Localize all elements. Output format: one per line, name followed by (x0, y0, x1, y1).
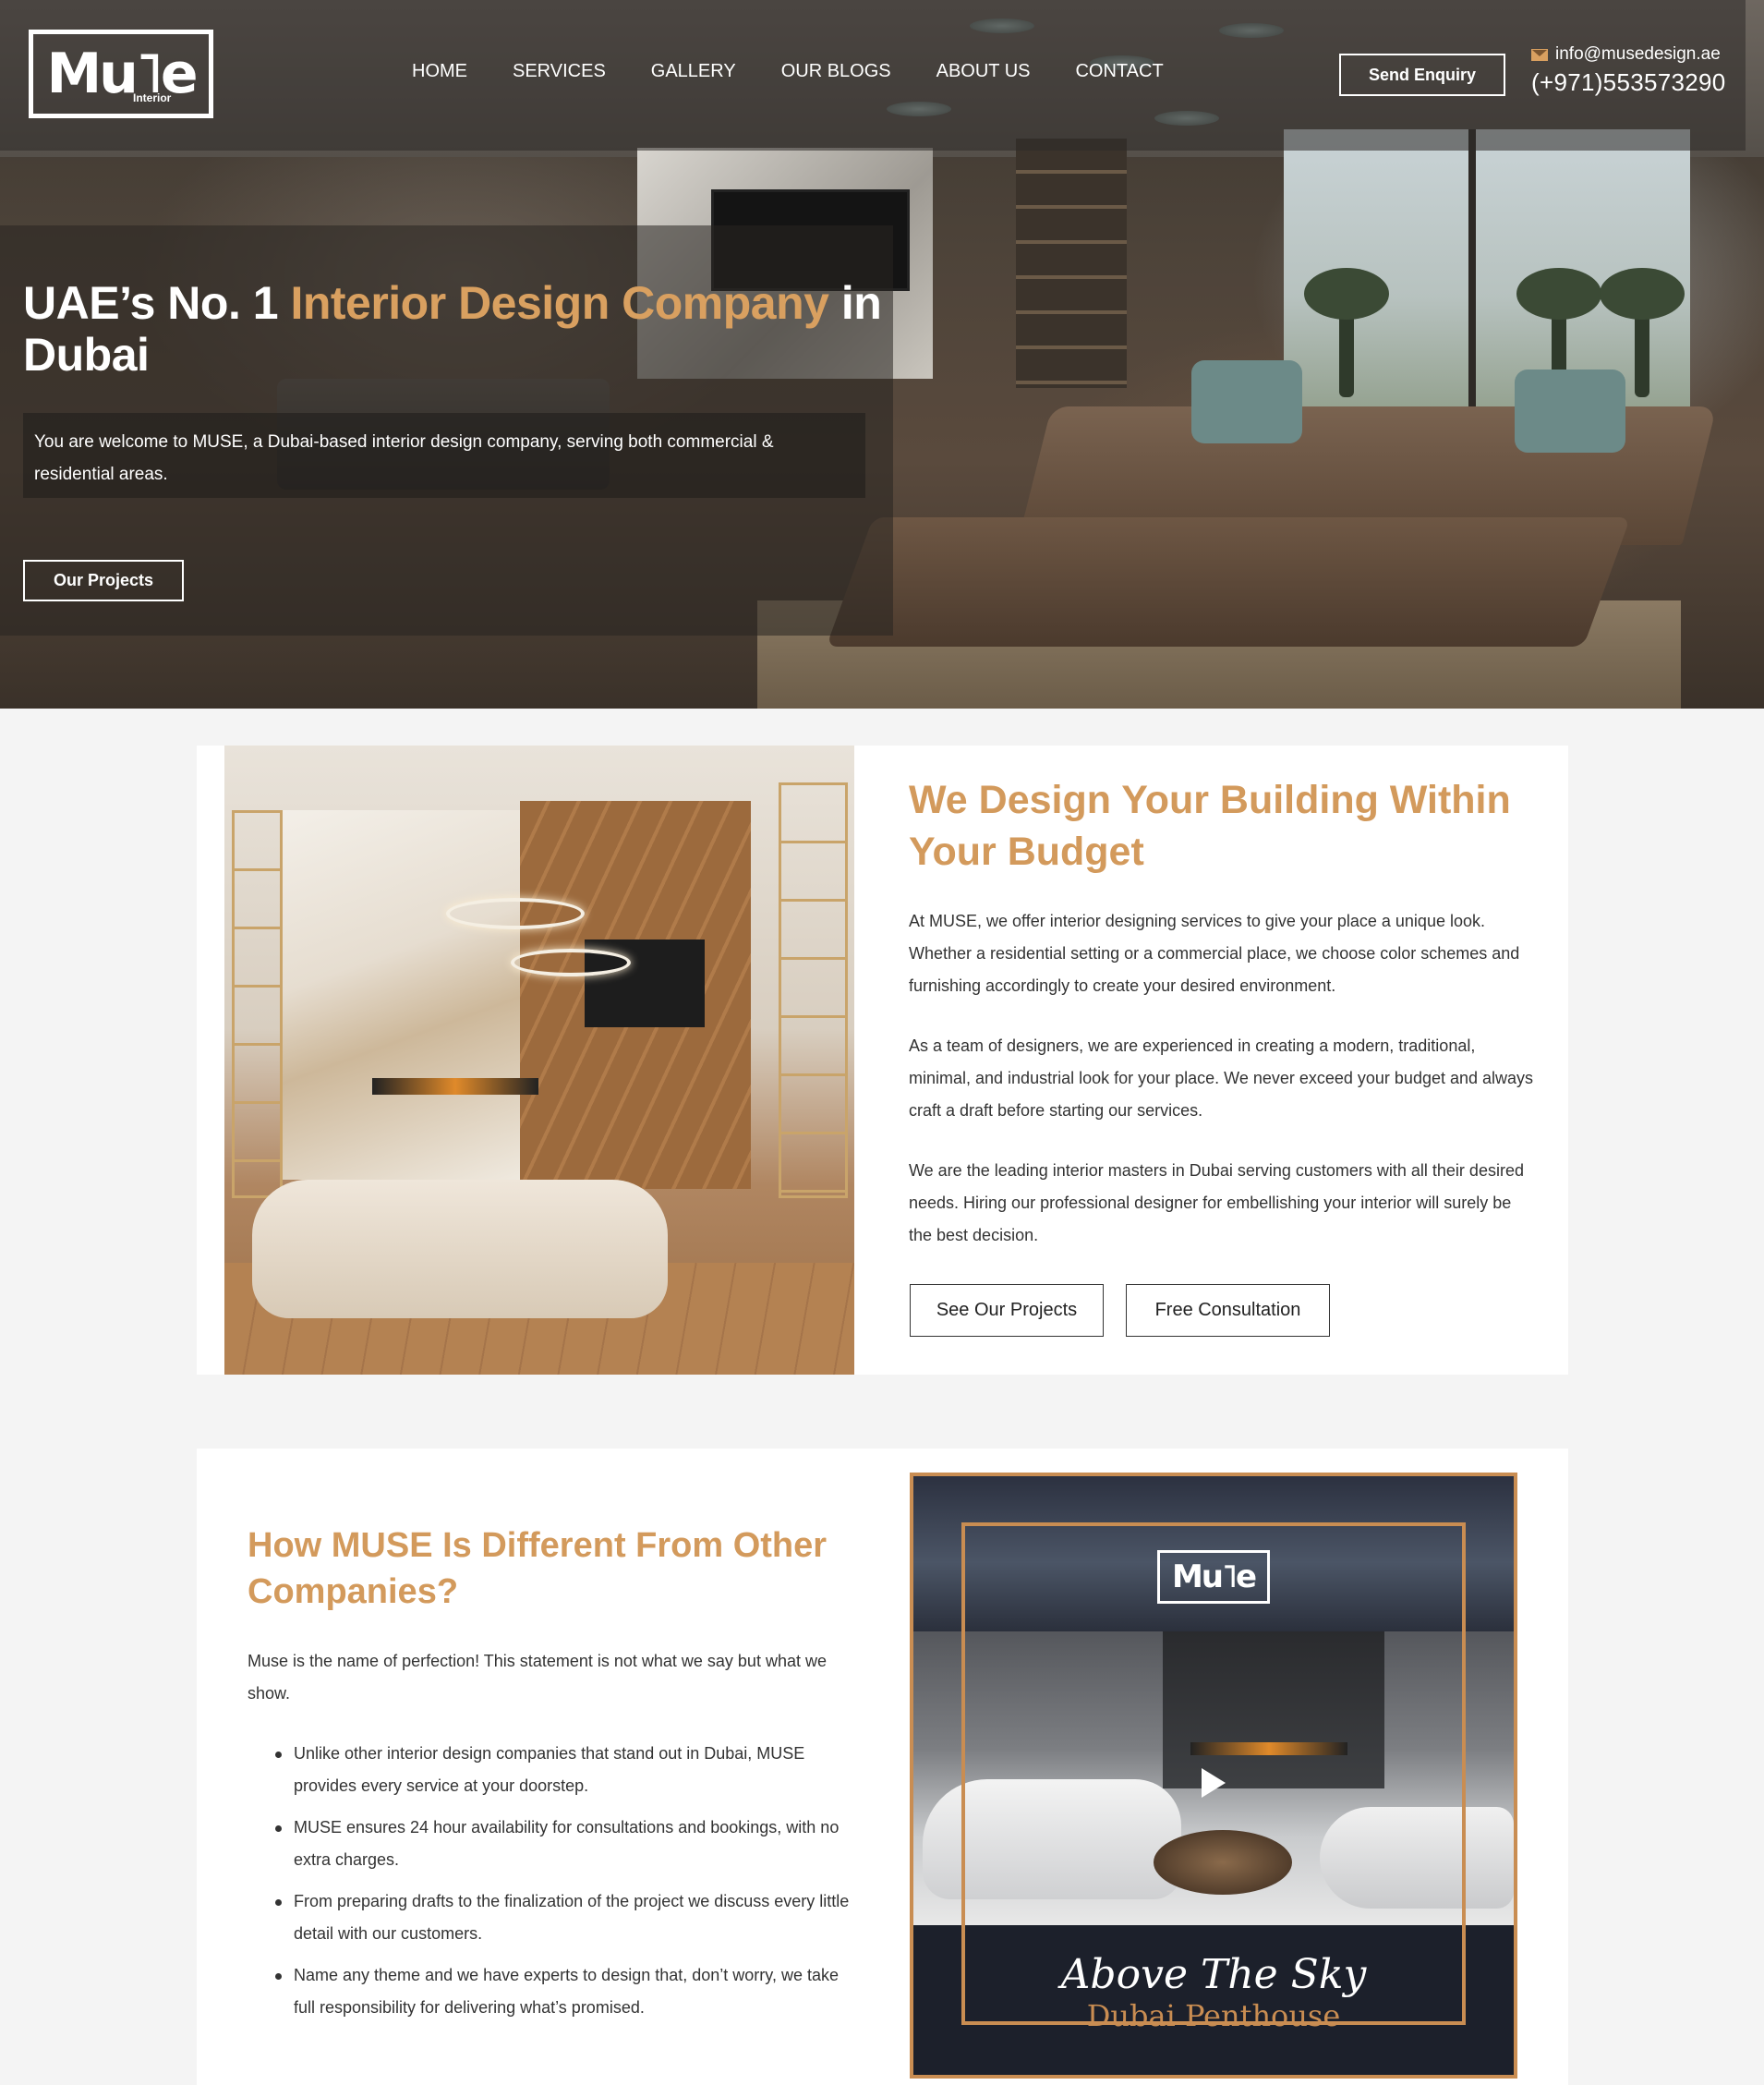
main-nav: HOME SERVICES GALLERY OUR BLOGS ABOUT US… (412, 61, 1209, 82)
ring-chandelier (446, 898, 585, 929)
fireplace (372, 1078, 538, 1095)
play-icon[interactable] (1202, 1768, 1226, 1798)
budget-paragraph-2: As a team of designers, we are experienc… (909, 1036, 1534, 1120)
difference-title: How MUSE Is Different From Other Compani… (248, 1526, 828, 1611)
see-our-projects-button[interactable]: See Our Projects (910, 1284, 1104, 1337)
site-header: Mu˥e Interior HOME SERVICES GALLERY OUR … (0, 0, 1746, 151)
mail-icon (1531, 48, 1548, 61)
header-email[interactable]: info@musedesign.ae (1531, 44, 1726, 65)
site-logo[interactable]: Mu˥e Interior (29, 30, 213, 118)
video-logo: Mu˥e (1157, 1550, 1270, 1604)
bullet-icon (275, 1825, 282, 1832)
bullet-icon (275, 1752, 282, 1758)
marble-wall (280, 810, 520, 1180)
bullet-icon (275, 1973, 282, 1980)
header-phone[interactable]: (+971)553573290 (1531, 68, 1726, 97)
gold-shelf-right (779, 782, 848, 1198)
hero-cushion (1191, 360, 1302, 443)
video-thumbnail[interactable]: Mu˥e Above The Sky Dubai Penthouse (910, 1473, 1517, 2079)
list-item: Name any theme and we have experts to de… (275, 1959, 857, 2024)
email-text: info@musedesign.ae (1555, 44, 1721, 64)
video-title: Above The Sky (1060, 1951, 1367, 1998)
nav-about-us[interactable]: ABOUT US (936, 61, 1031, 82)
living-room-image (224, 746, 854, 1375)
nav-our-blogs[interactable]: OUR BLOGS (781, 61, 891, 82)
hero-shelf (1016, 139, 1127, 388)
bullet-icon (275, 1899, 282, 1906)
budget-paragraph-3: We are the leading interior masters in D… (909, 1161, 1524, 1244)
logo-text: Mu˥e (46, 42, 198, 106)
list-item-text: MUSE ensures 24 hour availability for co… (294, 1818, 840, 1869)
send-enquiry-button[interactable]: Send Enquiry (1339, 54, 1505, 96)
logo-subtext: Interior (133, 91, 172, 104)
our-projects-button[interactable]: Our Projects (23, 560, 184, 601)
ring-chandelier (511, 949, 631, 976)
video-subtitle: Dubai Penthouse (1086, 1998, 1341, 2033)
difference-intro: Muse is the name of perfection! This sta… (248, 1652, 827, 1703)
hero-title-part1: UAE’s No. 1 (23, 277, 291, 329)
hero-title: UAE’s No. 1 Interior Design Company in D… (23, 277, 891, 381)
header-contact: info@musedesign.ae (+971)553573290 (1531, 44, 1726, 97)
list-item: Unlike other interior design companies t… (275, 1738, 857, 1802)
budget-paragraph-1: At MUSE, we offer interior designing ser… (909, 912, 1520, 995)
list-item-text: Unlike other interior design companies t… (294, 1744, 805, 1795)
hero-title-accent: Interior Design Company (290, 277, 829, 329)
curved-sofa (252, 1180, 668, 1318)
difference-list: Unlike other interior design companies t… (275, 1738, 857, 2033)
hero-sofa-seat (826, 517, 1631, 647)
nav-contact[interactable]: CONTACT (1075, 61, 1163, 82)
list-item: From preparing drafts to the finalizatio… (275, 1885, 857, 1950)
list-item-text: Name any theme and we have experts to de… (294, 1966, 839, 2017)
hero-cushion (1515, 370, 1625, 453)
nav-services[interactable]: SERVICES (513, 61, 606, 82)
hero-window (1284, 129, 1690, 434)
hero-subtitle: You are welcome to MUSE, a Dubai-based i… (23, 413, 865, 498)
nav-home[interactable]: HOME (412, 61, 467, 82)
nav-gallery[interactable]: GALLERY (651, 61, 736, 82)
budget-title: We Design Your Building Within Your Budg… (909, 778, 1511, 874)
free-consultation-button[interactable]: Free Consultation (1126, 1284, 1330, 1337)
list-item-text: From preparing drafts to the finalizatio… (294, 1892, 850, 1943)
gold-shelf-left (232, 810, 283, 1198)
list-item: MUSE ensures 24 hour availability for co… (275, 1812, 857, 1876)
